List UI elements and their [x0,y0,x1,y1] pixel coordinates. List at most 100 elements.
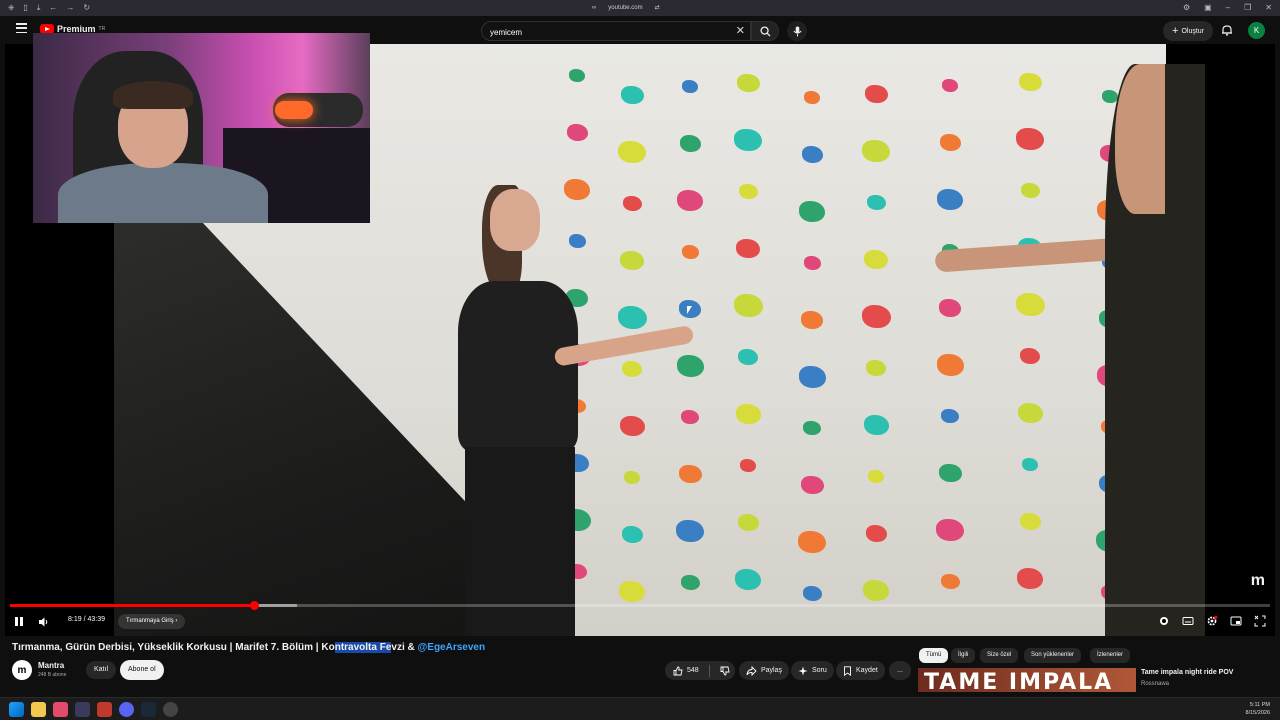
climbing-hold [617,306,647,330]
title-text-1: Tırmanma, Gürün Derbisi, Yükseklik Korku… [12,642,335,653]
address-text: youtube.com [608,5,643,11]
hamburger-menu-icon[interactable] [16,23,27,33]
climbing-hold [1017,403,1043,423]
fullscreen-exit-icon[interactable] [1254,615,1266,627]
more-icon: ... [897,667,903,674]
create-label: Oluştur [1181,27,1204,35]
taskbar-clock[interactable]: 5:11 PM 8/15/2026 [1246,701,1270,717]
close-window-icon[interactable]: ✕ [1265,0,1272,16]
climbing-hold [864,250,888,270]
thumbs-down-icon [720,666,730,675]
climbing-hold [682,80,698,93]
browser-menu-icon[interactable]: ⎈ [8,0,14,16]
search-box: ✕ [481,21,751,42]
search-input[interactable] [482,23,722,42]
search-icon [759,25,771,37]
climbing-hold [619,581,645,602]
discord-icon[interactable] [119,702,134,717]
calendar-app-icon[interactable] [97,702,112,717]
clear-search-icon[interactable]: ✕ [736,24,745,37]
chapter-button[interactable]: Tırmanmaya Giriş › [118,614,186,629]
climbing-hold [1022,458,1038,471]
climbing-hold [679,135,701,152]
music-app-icon[interactable] [53,702,68,717]
climbing-hold [798,531,826,554]
progress-bar[interactable] [10,601,1270,610]
back-icon[interactable]: ← [49,0,57,16]
chip-watched[interactable]: İzlenenler [1090,648,1131,663]
channel-watermark[interactable]: m [1251,572,1265,590]
climbing-hold [681,410,699,425]
extensions-icon[interactable]: ⚙ [1183,0,1190,16]
sidebar-toggle-icon[interactable]: ▯ [23,0,27,16]
like-count: 548 [687,667,699,674]
address-bar[interactable]: ∞ youtube.com ⇄ [592,0,660,16]
climbing-hold [618,141,646,164]
microphone-icon [792,26,802,36]
chip-all[interactable]: Tümü [919,648,949,663]
climbing-hold [864,85,888,104]
clock-time: 5:11 PM [1249,702,1270,708]
climbing-hold [733,294,763,318]
climbing-hold [736,74,760,93]
share-button[interactable]: Paylaş [739,661,790,680]
climbing-hold [619,416,645,436]
windows-start-icon[interactable] [9,702,24,717]
clock-date: 8/15/2026 [1245,710,1270,716]
download-icon[interactable]: ⤓ [37,0,41,16]
climbing-hold [1019,513,1041,530]
climbing-hold [1016,128,1044,151]
title-text-2: vzi & [391,642,418,653]
pause-button[interactable] [15,617,25,627]
subscribe-button[interactable]: Abone ol [120,660,164,680]
settings-gear-icon[interactable] [1206,615,1218,627]
join-button[interactable]: Katıl [86,661,117,679]
climbing-hold [735,569,761,590]
channel-avatar[interactable]: m [12,660,32,680]
miniplayer-icon[interactable] [1230,615,1242,627]
title-mention-link[interactable]: @EgeArseven [418,642,486,653]
windows-taskbar: 5:11 PM 8/15/2026 [0,697,1280,720]
like-button[interactable]: 548 [665,661,699,680]
dislike-button[interactable] [714,666,730,676]
notifications-bell-icon[interactable] [1221,24,1233,36]
file-explorer-icon[interactable] [31,702,46,717]
climbing-hold [622,361,642,377]
split-view-icon[interactable]: ▣ [1204,0,1212,16]
steam-icon[interactable] [141,702,156,717]
swap-icon[interactable]: ⇄ [655,0,660,16]
search-button[interactable] [751,21,779,41]
more-actions-button[interactable]: ... [889,661,911,680]
climbing-hold [936,354,964,376]
ask-button[interactable]: Soru [791,661,834,680]
climbing-hold [940,574,960,590]
chip-related[interactable]: İlgili [951,648,976,663]
autoplay-toggle-icon[interactable] [1158,615,1170,627]
restore-icon[interactable]: ❐ [1244,0,1251,16]
video-man [1105,64,1205,636]
chapter-title: Tırmanmaya Giriş [126,618,174,624]
chip-for-you[interactable]: Size özel [980,648,1019,663]
channel-name[interactable]: Mantra [38,661,64,670]
climbing-hold [740,459,756,472]
save-button[interactable]: Kaydet [836,661,885,680]
account-avatar[interactable]: K [1248,22,1265,39]
climbing-hold [868,470,884,483]
voice-search-button[interactable] [787,21,807,41]
reload-icon[interactable]: ↻ [83,0,90,16]
create-button[interactable]: + Oluştur [1163,21,1213,41]
recommendation-channel[interactable]: Rossnawa [1141,681,1169,687]
globe-icon[interactable] [163,702,178,717]
volume-icon[interactable] [38,616,50,628]
climbing-hold [676,355,704,377]
climbing-hold [1018,73,1042,92]
chip-recent[interactable]: Son yüklenenler [1024,648,1082,663]
forward-icon[interactable]: → [66,0,74,16]
climbing-hold [1020,348,1040,364]
browser-app-icon[interactable] [75,702,90,717]
recommendation-title[interactable]: Tame impala night ride POV [1141,669,1233,676]
subtitles-icon[interactable] [1182,615,1194,627]
climbing-hold [798,366,826,388]
minimize-icon[interactable]: – [1226,0,1230,16]
recommendation-thumbnail[interactable]: TAME IMPALA [918,668,1136,692]
